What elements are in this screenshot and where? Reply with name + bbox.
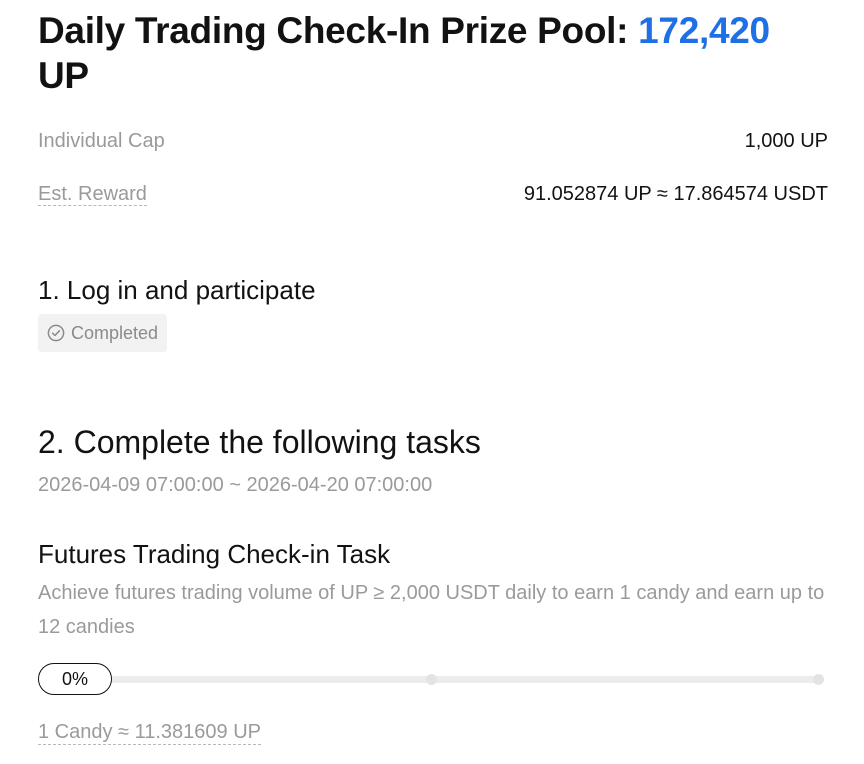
individual-cap-label: Individual Cap (38, 130, 165, 152)
prize-pool-amount: 172,420 (638, 10, 770, 51)
check-circle-icon (47, 324, 65, 342)
est-reward-label[interactable]: Est. Reward (38, 183, 147, 206)
step-1-title: 1. Log in and participate (38, 275, 316, 305)
step-2-title: 2. Complete the following tasks (38, 424, 481, 460)
progress-track (98, 676, 822, 683)
prize-pool-unit: UP (38, 55, 89, 96)
individual-cap-value: 1,000 UP (744, 130, 828, 152)
progress-milestone-mid (426, 674, 437, 685)
progress-milestone-end (813, 674, 824, 685)
completed-status-badge: Completed (38, 314, 168, 352)
progress-percent-label: 0% (61, 668, 88, 689)
individual-cap-row: Individual Cap 1,000 UP (38, 128, 828, 154)
status-label: Completed (71, 322, 159, 343)
est-reward-row: Est. Reward 91.052874 UP ≈ 17.864574 USD… (38, 181, 828, 207)
est-reward-value: 91.052874 UP ≈ 17.864574 USDT (523, 183, 828, 205)
task-title: Futures Trading Check-in Task (38, 539, 391, 569)
progress-percent-pill: 0% (38, 663, 112, 695)
task-description: Achieve futures trading volume of UP ≥ 2… (38, 582, 825, 638)
task-period: 2026-04-09 07:00:00 ~ 2026-04-20 07:00:0… (38, 474, 433, 496)
candy-rate[interactable]: 1 Candy ≈ 11.381609 UP (38, 720, 261, 745)
task-progress-bar: 0% (38, 663, 828, 697)
title-prefix: Daily Trading Check-In Prize Pool: (38, 10, 639, 51)
page-title: Daily Trading Check-In Prize Pool: 172,4… (38, 8, 828, 98)
